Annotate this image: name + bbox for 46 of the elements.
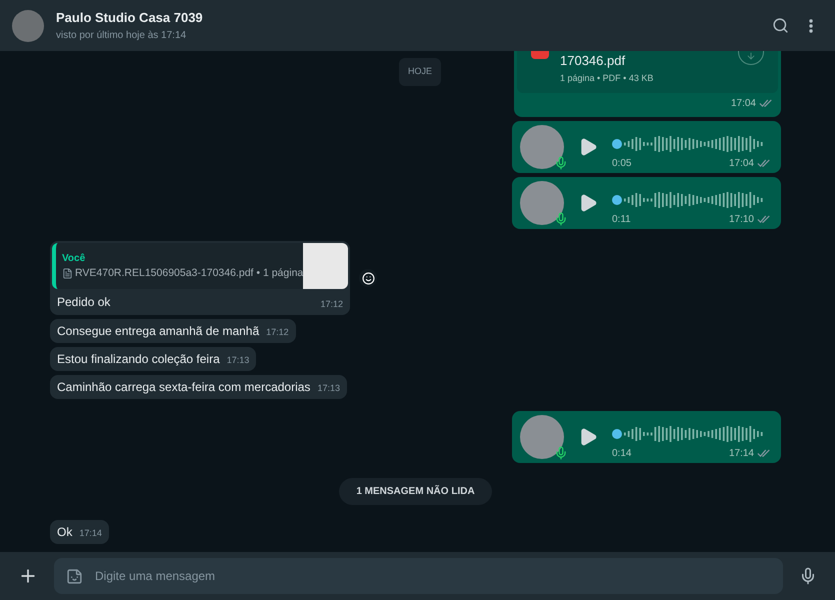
message-text: Pedido ok <box>57 294 110 311</box>
message-time: 17:12 <box>320 298 343 310</box>
pdf-file-icon <box>531 51 549 59</box>
message-time: 17:04 <box>728 157 754 171</box>
unread-messages-chip: 1 MENSAGEM NÃO LIDA <box>339 478 492 505</box>
avatar-photo-placeholder <box>520 181 564 225</box>
emoji-react-button[interactable] <box>359 269 377 287</box>
message-text: Estou finalizando coleção feira <box>57 352 220 367</box>
voice-duration: 0:14 <box>612 447 632 461</box>
voice-duration: 0:11 <box>612 213 631 227</box>
document-icon <box>62 268 73 279</box>
sticker-icon[interactable] <box>66 568 83 585</box>
message-text: Caminhão carrega sexta-feira com mercadorias <box>57 380 310 395</box>
avatar-photo-placeholder <box>520 415 564 459</box>
download-icon <box>746 51 756 61</box>
message-time: 17:10 <box>728 213 754 227</box>
voice-duration: 0:05 <box>612 157 632 171</box>
document-thumbnail <box>303 243 348 289</box>
quoted-file-name: RVE470R.REL1506905a3-170346.pdf • 1 página <box>75 266 304 281</box>
menu-icon <box>809 18 813 32</box>
mic-icon <box>554 445 568 461</box>
menu-button[interactable] <box>807 16 815 34</box>
avatar-photo-placeholder <box>520 125 564 169</box>
smiley-icon <box>362 272 374 284</box>
message-time: 17:13 <box>317 382 340 394</box>
quoted-document-card[interactable]: Você RVE470R.REL1506905a3-170346.pdf • 1 página <box>52 243 348 289</box>
message-text: Consegue entrega amanhã de manhã <box>57 324 260 339</box>
mic-icon <box>554 155 568 171</box>
message-time: 17:14 <box>79 526 102 540</box>
message-input-field[interactable]: Digite uma mensagem <box>54 558 783 594</box>
file-name: 170346.pdf <box>560 52 626 70</box>
message-time: 17:14 <box>728 447 754 461</box>
date-chip: HOJE <box>399 58 442 86</box>
message-time: 17:12 <box>266 326 289 338</box>
search-icon <box>772 17 789 34</box>
contact-name[interactable]: Paulo Studio Casa 7039 <box>56 8 768 28</box>
message-time: 17:13 <box>226 354 250 366</box>
last-seen-status: visto por último hoje às 17:14 <box>56 28 188 43</box>
mic-icon <box>799 567 817 585</box>
voice-record-button[interactable] <box>799 567 817 585</box>
message-text: Ok <box>57 525 72 540</box>
quote-author: Você <box>62 252 86 266</box>
file-meta: 1 página • PDF • 43 KB <box>560 72 654 85</box>
message-time: 17:04 <box>730 97 756 111</box>
mic-icon <box>554 211 568 227</box>
contact-avatar-placeholder[interactable] <box>12 10 44 42</box>
